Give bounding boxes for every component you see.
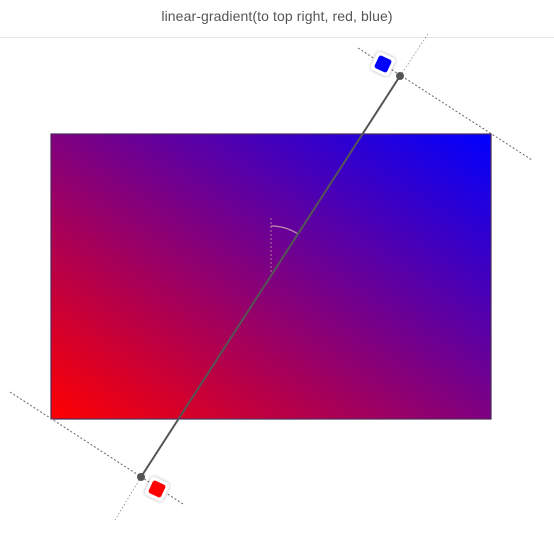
blue-color-stop-handle[interactable]	[370, 51, 397, 78]
red-color-stop-handle[interactable]	[144, 476, 171, 503]
axis-extension-start	[114, 476, 142, 521]
axis-start-point[interactable]	[137, 473, 145, 481]
gradient-diagram	[9, 33, 533, 521]
axis-end-point[interactable]	[396, 72, 404, 80]
axis-extension-end	[399, 33, 429, 77]
